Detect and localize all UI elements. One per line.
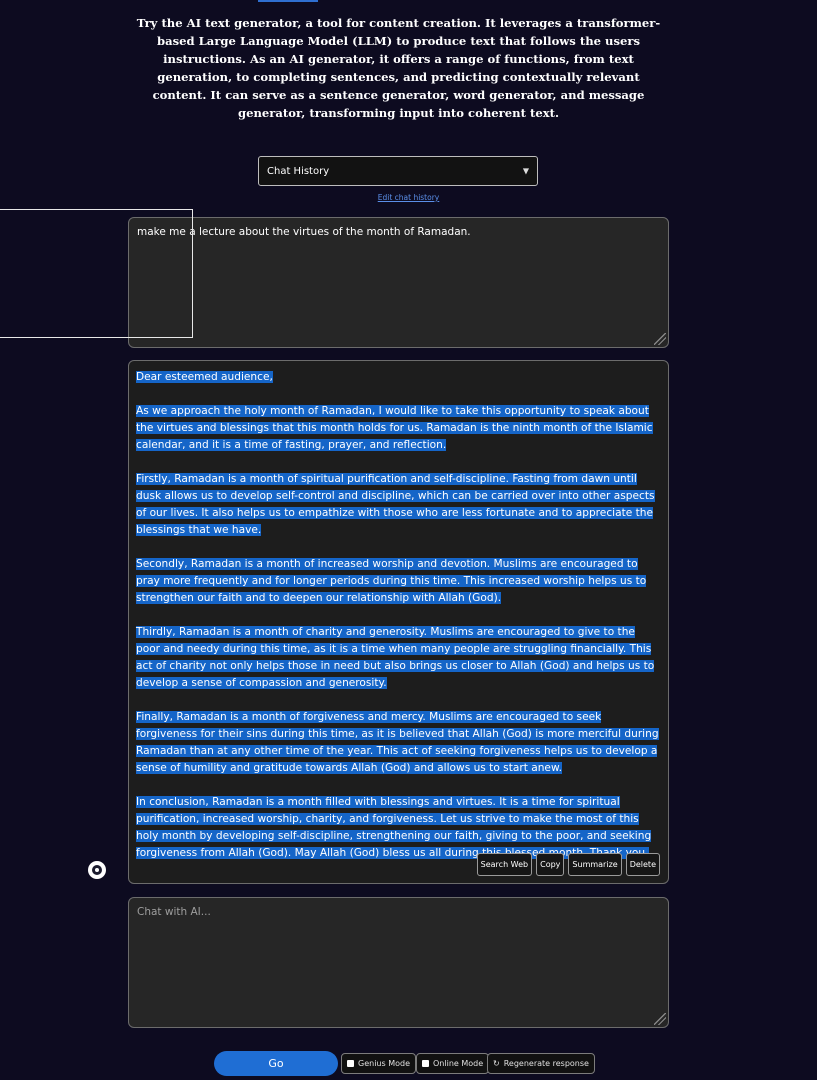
response-paragraph: In conclusion, Ramadan is a month filled… xyxy=(136,796,652,859)
chevron-down-icon: ▼ xyxy=(522,166,529,176)
top-accent-bar xyxy=(258,0,318,2)
search-web-button[interactable]: Search Web xyxy=(476,853,533,876)
edit-chat-history-link[interactable]: Edit chat history xyxy=(0,193,817,202)
response-paragraph: Secondly, Ramadan is a month of increase… xyxy=(136,558,647,604)
response-paragraph: As we approach the holy month of Ramadan… xyxy=(136,405,653,451)
response-output: Dear esteemed audience, As we approach t… xyxy=(128,360,669,884)
chat-input[interactable]: Chat with AI... xyxy=(128,897,669,1028)
delete-button[interactable]: Delete xyxy=(625,853,660,876)
genius-mode-label: Genius Mode xyxy=(358,1059,410,1068)
resize-handle-icon[interactable] xyxy=(654,333,666,345)
regenerate-button[interactable]: ↻ Regenerate response xyxy=(487,1053,595,1074)
chat-history-select[interactable]: Chat History ▼ xyxy=(258,156,538,186)
controls-bar: Go Genius Mode Online Mode ↻ Regenerate … xyxy=(0,1051,817,1076)
online-mode-toggle[interactable]: Online Mode xyxy=(416,1053,490,1074)
response-paragraph: Finally, Ramadan is a month of forgivene… xyxy=(136,711,659,774)
genius-mode-toggle[interactable]: Genius Mode xyxy=(341,1053,416,1074)
regenerate-label: Regenerate response xyxy=(503,1059,589,1068)
online-mode-checkbox[interactable] xyxy=(422,1060,429,1067)
intro-text: Try the AI text generator, a tool for co… xyxy=(136,16,661,120)
copy-button[interactable]: Copy xyxy=(536,853,565,876)
chat-history-selected: Chat History xyxy=(267,165,330,177)
extension-badge-icon[interactable] xyxy=(88,861,106,879)
refresh-icon: ↻ xyxy=(493,1059,500,1068)
response-paragraph: Firstly, Ramadan is a month of spiritual… xyxy=(136,473,655,536)
gear-icon xyxy=(92,865,102,875)
response-paragraph: Thirdly, Ramadan is a month of charity a… xyxy=(136,626,655,689)
response-paragraph: Dear esteemed audience, xyxy=(136,371,273,383)
prompt-textarea[interactable]: make me a lecture about the virtues of t… xyxy=(128,217,669,348)
chat-input-placeholder: Chat with AI... xyxy=(137,906,211,918)
online-mode-label: Online Mode xyxy=(433,1059,484,1068)
go-button[interactable]: Go xyxy=(214,1051,338,1076)
resize-handle-icon[interactable] xyxy=(654,1013,666,1025)
prompt-text: make me a lecture about the virtues of t… xyxy=(137,226,471,238)
summarize-button[interactable]: Summarize xyxy=(568,853,622,876)
response-actions: Search Web Copy Summarize Delete xyxy=(476,853,660,876)
genius-mode-checkbox[interactable] xyxy=(347,1060,354,1067)
